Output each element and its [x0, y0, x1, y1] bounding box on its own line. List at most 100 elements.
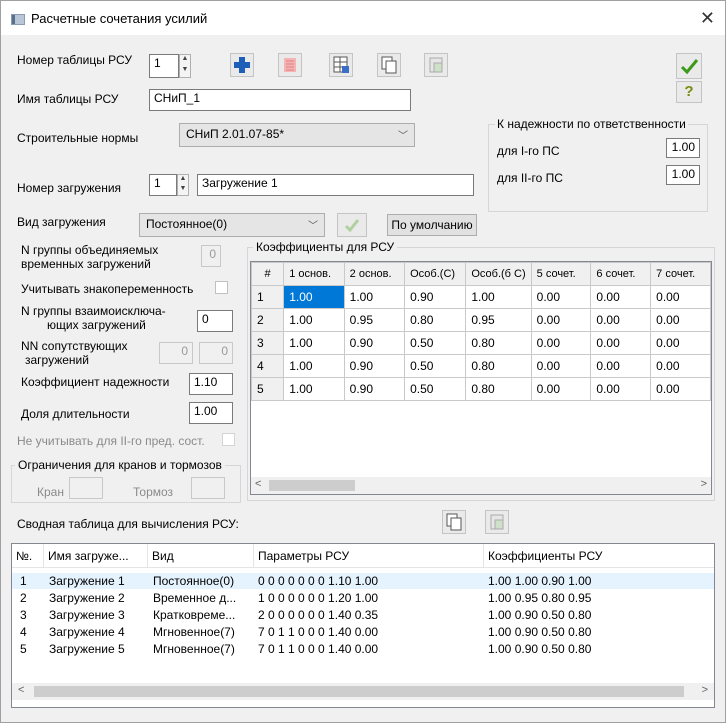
reliability-group2-input[interactable]: 1.00	[666, 165, 700, 185]
grid-cell[interactable]: 0.00	[590, 285, 652, 309]
grid-cell[interactable]: 1.00	[283, 331, 345, 355]
default-button[interactable]: По умолчанию	[387, 214, 477, 236]
col-header[interactable]: 1 основ.	[283, 262, 345, 286]
col-header[interactable]: 7 сочет.	[650, 262, 711, 286]
nn-accomp-input-2[interactable]: 0	[199, 342, 233, 364]
grid-cell[interactable]: 0.00	[590, 331, 652, 355]
brake-input[interactable]	[191, 477, 225, 499]
summary-col-header[interactable]: Коэффициенты РСУ	[484, 544, 714, 568]
grid-cell[interactable]: 0.00	[530, 331, 592, 355]
add-table-button[interactable]	[230, 53, 254, 77]
row-header[interactable]: 2	[251, 308, 285, 332]
paste-table-button[interactable]	[424, 53, 448, 77]
grid-cell[interactable]: 1.00	[283, 285, 345, 309]
grid-cell[interactable]: 0.90	[343, 331, 406, 355]
table-settings-button[interactable]	[329, 53, 353, 77]
help-button[interactable]: ?	[676, 81, 702, 103]
grid-cell[interactable]: 0.50	[404, 377, 467, 401]
row-header[interactable]: 3	[251, 331, 285, 355]
norms-select[interactable]: СНиП 2.01.07-85* ﹀	[179, 123, 415, 147]
copy-table-button[interactable]	[377, 53, 401, 77]
summary-col-header[interactable]: №.	[12, 544, 44, 568]
scroll-right-icon[interactable]: >	[702, 684, 708, 696]
grid-cell[interactable]: 0.00	[530, 354, 592, 378]
grid-cell[interactable]: 1.00	[465, 285, 532, 309]
grid-cell[interactable]: 0.80	[465, 377, 532, 401]
question-icon: ?	[684, 83, 694, 100]
crane-label: Кран	[37, 485, 64, 499]
scroll-thumb[interactable]	[34, 686, 684, 697]
grid-cell[interactable]: 0.00	[650, 354, 711, 378]
loading-name-input[interactable]: Загружение 1	[197, 174, 474, 196]
scroll-left-icon[interactable]: <	[18, 684, 24, 696]
reliability-coef-input[interactable]: 1.10	[189, 373, 233, 395]
list-item[interactable]: 3 Загружение 3 Кратковреме... 2 0 0 0 0 …	[12, 607, 714, 623]
reliability-group1-input[interactable]: 1.00	[666, 138, 700, 158]
row-header[interactable]: 1	[251, 285, 285, 309]
list-item[interactable]: 1 Загружение 1 Постоянное(0) 0 0 0 0 0 0…	[12, 573, 714, 589]
grid-cell[interactable]: 0.00	[590, 354, 652, 378]
table-number-spinner[interactable]: ▲ ▼	[179, 54, 191, 78]
grid-cell[interactable]: 0.00	[530, 285, 592, 309]
delete-table-button[interactable]	[278, 53, 302, 77]
list-item[interactable]: 2 Загружение 2 Временное д... 1 0 0 0 0 …	[12, 590, 714, 606]
alternating-checkbox[interactable]	[215, 281, 228, 294]
grid-cell[interactable]: 0.00	[650, 285, 711, 309]
summary-copy-button[interactable]	[442, 510, 466, 534]
grid-cell[interactable]: 0.00	[590, 377, 652, 401]
grid-cell[interactable]: 0.95	[343, 308, 406, 332]
list-item[interactable]: 4 Загружение 4 Мгновенное(7) 7 0 1 1 0 0…	[12, 624, 714, 640]
ignore-ii-checkbox[interactable]	[222, 433, 235, 446]
grid-cell[interactable]: 1.00	[343, 285, 406, 309]
scroll-right-icon[interactable]: >	[701, 478, 707, 490]
grid-cell[interactable]: 0.00	[590, 308, 652, 332]
table-name-input[interactable]: СНиП_1	[149, 89, 411, 111]
grid-cell[interactable]: 0.00	[530, 377, 592, 401]
grid-cell[interactable]: 1.00	[283, 354, 345, 378]
grid-cell[interactable]: 0.90	[404, 285, 467, 309]
table-number-input[interactable]: 1	[149, 54, 179, 78]
crane-input[interactable]	[69, 477, 103, 499]
col-header[interactable]: Особ.(б С)	[465, 262, 532, 286]
summary-col-header[interactable]: Параметры РСУ	[254, 544, 484, 568]
duration-input[interactable]: 1.00	[189, 402, 233, 424]
list-item[interactable]: 5 Загружение 5 Мгновенное(7) 7 0 1 1 0 0…	[12, 641, 714, 657]
summary-hscrollbar[interactable]: < >	[12, 683, 714, 700]
n-group-temp-input[interactable]: 0	[201, 245, 221, 267]
grid-cell[interactable]: 0.95	[465, 308, 532, 332]
loading-number-spinner[interactable]: ▲ ▼	[177, 174, 189, 196]
loading-type-select[interactable]: Постоянное(0) ﹀	[139, 213, 325, 237]
grid-cell[interactable]: 0.00	[650, 308, 711, 332]
nn-accomp-input-1[interactable]: 0	[159, 342, 193, 364]
grid-cell[interactable]: 0.50	[404, 354, 467, 378]
summary-paste-button[interactable]	[485, 510, 509, 534]
close-icon[interactable]: ✕	[700, 8, 715, 29]
grid-cell[interactable]: 0.80	[404, 308, 467, 332]
n-group-exclusive-input[interactable]: 0	[197, 310, 233, 332]
grid-cell[interactable]: 0.00	[650, 331, 711, 355]
grid-cell[interactable]: 1.00	[283, 377, 345, 401]
summary-col-header[interactable]: Имя загруже...	[44, 544, 148, 568]
col-header[interactable]: Особ.(С)	[404, 262, 467, 286]
col-header[interactable]: 6 сочет.	[590, 262, 652, 286]
grid-cell[interactable]: 1.00	[283, 308, 345, 332]
row-header[interactable]: 4	[251, 354, 285, 378]
col-header[interactable]: #	[251, 262, 285, 286]
grid-cell[interactable]: 0.00	[530, 308, 592, 332]
grid-cell[interactable]: 0.50	[404, 331, 467, 355]
scroll-thumb[interactable]	[269, 480, 355, 491]
grid-cell[interactable]: 0.80	[465, 354, 532, 378]
row-header[interactable]: 5	[251, 377, 285, 401]
coef-hscrollbar[interactable]: < >	[251, 477, 711, 494]
summary-col-header[interactable]: Вид	[148, 544, 254, 568]
grid-cell[interactable]: 0.80	[465, 331, 532, 355]
col-header[interactable]: 2 основ.	[343, 262, 406, 286]
apply-loading-button[interactable]	[337, 213, 367, 237]
ok-button[interactable]	[676, 53, 702, 79]
grid-cell[interactable]: 0.90	[343, 354, 406, 378]
grid-cell[interactable]: 0.00	[650, 377, 711, 401]
grid-cell[interactable]: 0.90	[343, 377, 406, 401]
scroll-left-icon[interactable]: <	[255, 478, 261, 490]
loading-number-input[interactable]: 1	[149, 174, 177, 196]
col-header[interactable]: 5 сочет.	[530, 262, 592, 286]
